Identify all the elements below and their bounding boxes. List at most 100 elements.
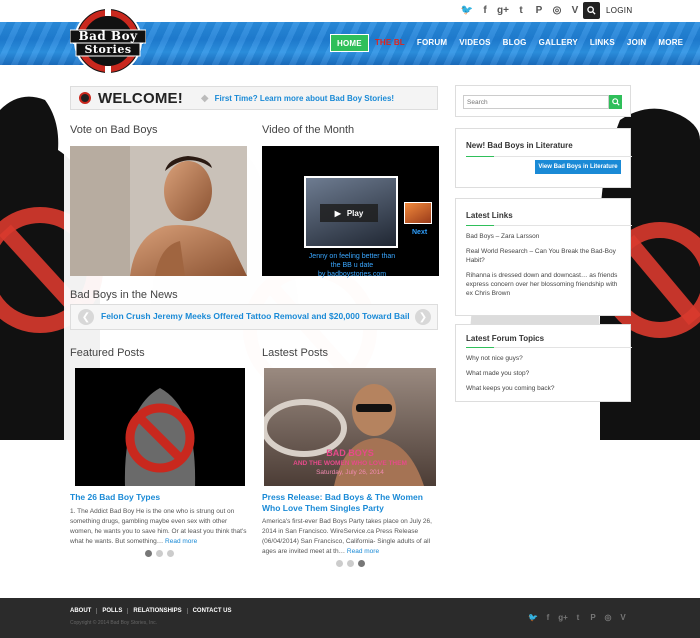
sidebar-search-input[interactable] (463, 95, 609, 109)
footer-link-about[interactable]: ABOUT (70, 608, 98, 614)
tumblr-icon[interactable]: t (514, 3, 528, 17)
latest-section-title: Lastest Posts (262, 347, 329, 359)
nav-links[interactable]: LINKS (584, 34, 621, 52)
forum-topics-box: Latest Forum Topics Why not nice guys? W… (455, 324, 632, 402)
site-logo[interactable]: Bad Boy Stories (69, 6, 147, 76)
video-section-title: Video of the Month (262, 124, 355, 136)
next-video-thumbnail[interactable] (404, 202, 432, 224)
footer-social-links: 🐦 f g+ t P ◎ V (528, 612, 628, 622)
featured-post-picture (75, 368, 245, 486)
featured-dot-2[interactable] (156, 550, 163, 557)
facebook-icon[interactable]: f (478, 3, 492, 17)
literature-box: New! Bad Boys in Literature (455, 128, 632, 188)
latest-link-item[interactable]: Rihanna is dressed down and downcast… as… (466, 271, 626, 298)
footer-link-relationships[interactable]: RELATIONSHIPS (128, 608, 188, 614)
instagram-icon[interactable]: ◎ (550, 3, 564, 17)
forum-topics-divider (466, 347, 632, 348)
sidebar-search-button[interactable] (609, 95, 622, 109)
featured-post-title[interactable]: The 26 Bad Boy Types (70, 492, 250, 503)
featured-post-excerpt: 1. The Addict Bad Boy He is the one who … (70, 507, 250, 547)
first-time-link[interactable]: First Time? Learn more about Bad Boy Sto… (215, 94, 394, 103)
video-player[interactable]: ▶ Play Next Jenny on feeling better than… (262, 146, 439, 279)
latest-links-divider (466, 225, 632, 226)
welcome-separator-icon: ◆ (200, 92, 209, 104)
play-label: Play (346, 208, 364, 218)
vote-photo[interactable] (70, 146, 247, 276)
welcome-title: WELCOME! (98, 89, 183, 107)
featured-dot-3[interactable] (167, 550, 174, 557)
pinterest-icon[interactable]: P (588, 612, 598, 622)
footer-link-polls[interactable]: POLLS (97, 608, 129, 614)
nav-home[interactable]: HOME (330, 34, 369, 52)
nav-the-bl[interactable]: THE BL (369, 34, 411, 52)
news-prev-button[interactable]: ❮ (78, 309, 94, 325)
main-nav: HOME THE BL FORUM VIDEOS BLOG GALLERY LI… (330, 34, 689, 52)
vimeo-icon[interactable]: V (618, 612, 628, 622)
logo-line-2: Stories (84, 43, 132, 56)
google-plus-icon[interactable]: g+ (558, 612, 568, 622)
news-headline-link[interactable]: Felon Crush Jeremy Meeks Offered Tattoo … (101, 311, 410, 321)
nav-more[interactable]: MORE (652, 34, 689, 52)
latest-link-item[interactable]: Bad Boys – Zara Larsson (466, 232, 626, 241)
latest-read-more-link[interactable]: Read more (347, 548, 379, 555)
footer-links: ABOUT POLLS RELATIONSHIPS CONTACT US (70, 608, 236, 614)
nav-videos[interactable]: VIDEOS (453, 34, 496, 52)
play-icon: ▶ (334, 208, 341, 218)
literature-divider (466, 156, 632, 157)
nav-join[interactable]: JOIN (621, 34, 652, 52)
twitter-icon[interactable]: 🐦 (528, 612, 538, 622)
poster-line-3: Saturday, July 26, 2014 (316, 469, 384, 476)
next-video-link[interactable]: Next (412, 229, 427, 236)
vote-section-title: Vote on Bad Boys (70, 124, 158, 136)
pinterest-icon[interactable]: P (532, 3, 546, 17)
search-icon (611, 98, 620, 106)
footer-link-contact[interactable]: CONTACT US (188, 608, 237, 614)
welcome-bar: WELCOME! ◆ First Time? Learn more about … (70, 86, 438, 110)
latest-dot-2[interactable] (347, 560, 354, 567)
view-literature-button[interactable]: View Bad Boys in Literature (535, 160, 621, 174)
video-caption-line-3: by badboystories.com (317, 271, 387, 278)
footer: ABOUT POLLS RELATIONSHIPS CONTACT US Cop… (0, 598, 700, 638)
latest-post-image[interactable]: BAD BOYS AND THE WOMEN WHO LOVE THEM Sat… (264, 368, 436, 486)
search-icon (587, 6, 596, 15)
forum-topic-item[interactable]: What made you stop? (466, 369, 626, 378)
forum-topic-item[interactable]: What keeps you coming back? (466, 384, 626, 393)
video-caption-line-1: Jenny on feeling better than (308, 253, 396, 260)
tumblr-icon[interactable]: t (573, 612, 583, 622)
nav-gallery[interactable]: GALLERY (533, 34, 584, 52)
video-caption: Jenny on feeling better than the BB u da… (292, 252, 412, 279)
login-link[interactable]: LOGIN (606, 6, 632, 15)
latest-links-title: Latest Links (466, 211, 513, 220)
forum-topics-title: Latest Forum Topics (466, 334, 545, 343)
vote-photo-image (70, 146, 247, 276)
logo-line-1: Bad Boy (78, 29, 138, 43)
google-plus-icon[interactable]: g+ (496, 3, 510, 17)
vimeo-icon[interactable]: V (568, 3, 582, 17)
latest-pagination (336, 560, 365, 567)
video-caption-line-2: the BB u date (330, 262, 374, 269)
latest-dot-3[interactable] (358, 560, 365, 567)
literature-title: New! Bad Boys in Literature (466, 141, 573, 150)
instagram-icon[interactable]: ◎ (603, 612, 613, 622)
featured-read-more-link[interactable]: Read more (165, 538, 197, 545)
nav-forum[interactable]: FORUM (411, 34, 453, 52)
featured-dot-1[interactable] (145, 550, 152, 557)
copyright-text: Copyright © 2014 Bad Boy Stories, Inc. (70, 620, 158, 626)
play-button[interactable]: ▶ Play (320, 204, 378, 222)
featured-pagination (145, 550, 174, 557)
poster-line-1: BAD BOYS (326, 448, 374, 458)
forum-topic-item[interactable]: Why not nice guys? (466, 354, 626, 363)
news-section-title: Bad Boys in the News (70, 289, 178, 301)
latest-post-title[interactable]: Press Release: Bad Boys & The Women Who … (262, 492, 442, 514)
twitter-icon[interactable]: 🐦 (460, 3, 474, 17)
news-next-button[interactable]: ❯ (415, 309, 431, 325)
latest-link-item[interactable]: Real World Research – Can You Break the … (466, 247, 626, 265)
facebook-icon[interactable]: f (543, 612, 553, 622)
featured-post-image[interactable] (75, 368, 245, 486)
poster-line-2: AND THE WOMEN WHO LOVE THEM (293, 460, 407, 467)
featured-post-body: 1. The Addict Bad Boy He is the one who … (70, 508, 247, 545)
latest-dot-1[interactable] (336, 560, 343, 567)
latest-post-excerpt: America's first-ever Bad Boys Party take… (262, 517, 442, 557)
nav-blog[interactable]: BLOG (497, 34, 533, 52)
search-button[interactable] (583, 2, 600, 19)
